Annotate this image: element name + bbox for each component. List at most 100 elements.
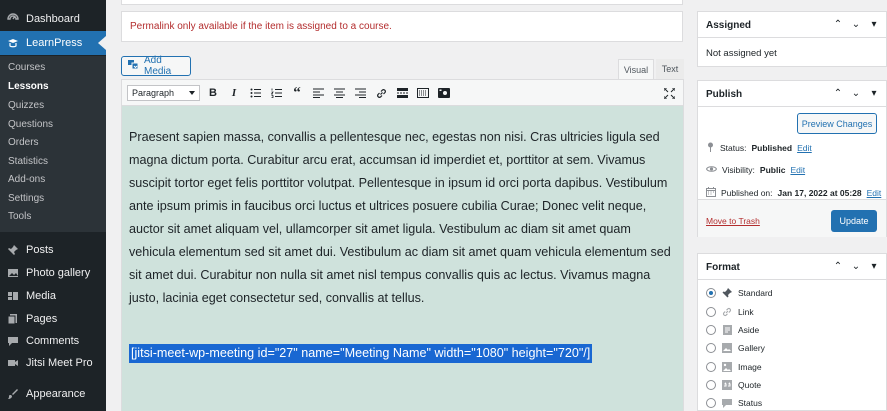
status-value: Published bbox=[751, 143, 793, 153]
pin-icon bbox=[721, 287, 733, 299]
link-icon bbox=[721, 306, 733, 318]
submenu-item-tools[interactable]: Tools bbox=[8, 207, 31, 225]
sidebar-item-comments[interactable]: Comments bbox=[0, 330, 106, 352]
publish-box-title: Publish bbox=[706, 89, 743, 100]
link-icon[interactable] bbox=[373, 85, 389, 101]
edit-status-link[interactable]: Edit bbox=[797, 143, 812, 153]
format-option-label: Quote bbox=[738, 380, 762, 390]
format-option-gallery[interactable]: Gallery bbox=[706, 342, 765, 354]
add-media-button[interactable]: Add Media bbox=[121, 55, 191, 77]
move-to-trash-link[interactable]: Move to Trash bbox=[706, 216, 760, 226]
aside-icon bbox=[721, 324, 733, 336]
format-option-label: Gallery bbox=[738, 343, 765, 353]
align-center-icon[interactable] bbox=[331, 85, 347, 101]
update-button[interactable]: Update bbox=[831, 210, 877, 232]
format-radio[interactable] bbox=[706, 325, 716, 335]
chevron-up-icon[interactable]: ⌃ bbox=[832, 18, 844, 30]
submenu-item-statistics[interactable]: Statistics bbox=[8, 152, 48, 170]
align-left-icon[interactable] bbox=[310, 85, 326, 101]
numbered-list-icon[interactable] bbox=[268, 85, 284, 101]
visibility-row: Visibility: Public Edit bbox=[705, 165, 805, 175]
format-option-label: Status bbox=[738, 398, 763, 408]
tab-text[interactable]: Text bbox=[656, 59, 684, 79]
chevron-down-icon[interactable]: ⌄ bbox=[850, 260, 862, 272]
status-label: Status: bbox=[720, 143, 747, 153]
media-icon bbox=[6, 289, 20, 303]
submenu-item-quizzes[interactable]: Quizzes bbox=[8, 96, 44, 114]
comments-icon bbox=[6, 334, 20, 348]
format-option-image[interactable]: Image bbox=[706, 361, 762, 373]
add-media-label: Add Media bbox=[144, 55, 172, 77]
chevron-up-icon[interactable]: ⌃ bbox=[832, 260, 844, 272]
content-paragraph[interactable]: Praesent sapien massa, convallis a pelle… bbox=[129, 126, 677, 310]
sidebar-item-photo-gallery[interactable]: Photo gallery bbox=[0, 262, 106, 284]
format-select[interactable]: Paragraph bbox=[127, 85, 200, 101]
format-option-link[interactable]: Link bbox=[706, 306, 754, 318]
brush-icon bbox=[6, 387, 20, 401]
media-embed-icon[interactable] bbox=[436, 85, 452, 101]
submenu-item-courses[interactable]: Courses bbox=[8, 58, 45, 76]
format-option-quote[interactable]: Quote bbox=[706, 379, 761, 391]
editor-toolbar: Paragraph B I “ bbox=[121, 79, 684, 106]
edit-date-link[interactable]: Edit bbox=[867, 188, 882, 198]
permalink-notice: Permalink only available if the item is … bbox=[121, 11, 683, 42]
chevron-up-icon[interactable]: ⌃ bbox=[832, 87, 844, 99]
submenu-item-questions[interactable]: Questions bbox=[8, 115, 53, 133]
format-radio[interactable] bbox=[706, 343, 716, 353]
blockquote-icon[interactable]: “ bbox=[289, 85, 305, 101]
sidebar-item-media[interactable]: Media bbox=[0, 285, 106, 307]
format-option-standard[interactable]: Standard bbox=[706, 287, 773, 299]
selected-shortcode[interactable]: [jitsi-meet-wp-meeting id="27" name="Mee… bbox=[129, 344, 593, 363]
format-select-value: Paragraph bbox=[132, 88, 175, 98]
read-more-icon[interactable] bbox=[394, 85, 410, 101]
publish-box: Publish ⌃ ⌄ ▾ Preview Changes Status: Pu… bbox=[697, 80, 887, 237]
video-icon bbox=[6, 356, 20, 370]
bold-icon[interactable]: B bbox=[205, 85, 221, 101]
gallery-icon bbox=[721, 342, 733, 354]
format-radio[interactable] bbox=[706, 288, 716, 298]
pages-icon bbox=[6, 312, 20, 326]
published-on-row: Published on: Jan 17, 2022 at 05:28 Edit bbox=[706, 187, 881, 199]
bullet-list-icon[interactable] bbox=[247, 85, 263, 101]
published-value: Jan 17, 2022 at 05:28 bbox=[777, 188, 862, 198]
toolbar-toggle-icon[interactable] bbox=[415, 85, 431, 101]
learnpress-icon bbox=[6, 36, 20, 50]
sidebar-item-appearance[interactable]: Appearance bbox=[0, 383, 106, 405]
chevron-down-icon[interactable]: ⌄ bbox=[850, 18, 862, 30]
preview-changes-button[interactable]: Preview Changes bbox=[797, 113, 877, 134]
title-field-edge[interactable] bbox=[121, 0, 683, 5]
image-icon bbox=[721, 361, 733, 373]
edit-visibility-link[interactable]: Edit bbox=[790, 165, 805, 175]
submenu-item-addons[interactable]: Add-ons bbox=[8, 170, 45, 188]
tab-visual[interactable]: Visual bbox=[618, 59, 654, 79]
sidebar-item-pages[interactable]: Pages bbox=[0, 308, 106, 330]
admin-sidebar: Dashboard LearnPress Courses Lessons Qui… bbox=[0, 0, 106, 411]
chevron-down-icon[interactable]: ⌄ bbox=[850, 87, 862, 99]
submenu-item-lessons[interactable]: Lessons bbox=[8, 77, 49, 95]
format-radio[interactable] bbox=[706, 307, 716, 317]
assigned-box-title: Assigned bbox=[706, 20, 752, 31]
caret-down-icon[interactable]: ▾ bbox=[868, 87, 880, 99]
format-radio[interactable] bbox=[706, 362, 716, 372]
italic-icon[interactable]: I bbox=[226, 85, 242, 101]
submenu-item-settings[interactable]: Settings bbox=[8, 189, 44, 207]
dashboard-icon bbox=[6, 12, 20, 26]
sidebar-item-posts[interactable]: Posts bbox=[0, 239, 106, 261]
sidebar-item-label: Media bbox=[26, 290, 56, 302]
published-label: Published on: bbox=[721, 188, 773, 198]
format-option-aside[interactable]: Aside bbox=[706, 324, 759, 336]
format-option-status[interactable]: Status bbox=[706, 397, 762, 409]
format-radio[interactable] bbox=[706, 380, 716, 390]
sidebar-item-learnpress[interactable]: LearnPress bbox=[0, 31, 106, 55]
fullscreen-icon[interactable] bbox=[661, 85, 677, 101]
sidebar-item-jitsi-meet-pro[interactable]: Jitsi Meet Pro bbox=[0, 352, 106, 374]
editor-content-area[interactable]: Praesent sapien massa, convallis a pelle… bbox=[121, 106, 684, 411]
format-radio[interactable] bbox=[706, 398, 716, 408]
align-right-icon[interactable] bbox=[352, 85, 368, 101]
sidebar-item-dashboard[interactable]: Dashboard bbox=[0, 8, 106, 30]
caret-down-icon[interactable]: ▾ bbox=[868, 260, 880, 272]
quote-icon bbox=[721, 379, 733, 391]
submenu-item-orders[interactable]: Orders bbox=[8, 133, 39, 151]
caret-down-icon[interactable]: ▾ bbox=[868, 18, 880, 30]
format-option-label: Image bbox=[738, 362, 762, 372]
